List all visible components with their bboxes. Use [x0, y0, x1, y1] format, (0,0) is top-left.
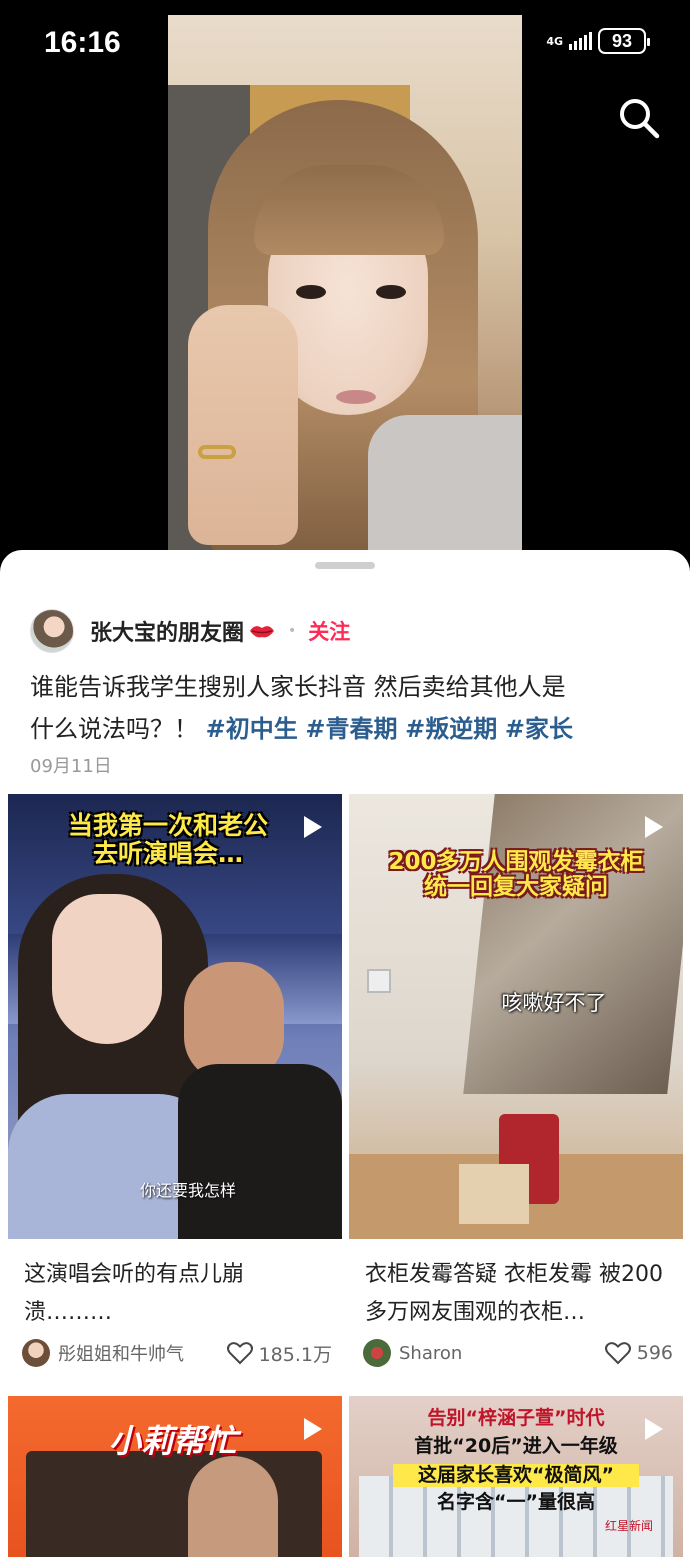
wall-switch — [367, 969, 391, 993]
play-icon — [304, 816, 322, 838]
follow-button[interactable]: 关注 — [308, 616, 350, 646]
comment-sheet: 张大宝的朋友圈 • 关注 谁能告诉我学生搜别人家长抖音 然后卖给其他人是 什么说… — [0, 550, 690, 1557]
video-card-meta: Sharon 596 — [363, 1338, 673, 1368]
network-type: 4G — [546, 34, 563, 48]
video-card-title[interactable]: 这演唱会听的有点儿崩溃……… — [24, 1256, 328, 1332]
thumb-woman-face — [52, 894, 162, 1044]
hashtag-link[interactable]: #叛逆期 — [405, 715, 497, 743]
card-author-avatar[interactable] — [363, 1339, 391, 1367]
battery-icon: 93 — [598, 28, 650, 54]
hashtag-link[interactable]: #家长 — [505, 715, 573, 743]
thumb-watermark: 红星新闻 — [604, 1519, 653, 1533]
post-caption-line2: 什么说法吗？！ #初中生 #青春期 #叛逆期 #家长 — [30, 708, 670, 750]
thumb-overlay-line: 告别“梓涵子萱”时代 — [427, 1407, 605, 1429]
thumb-subtitle: 你还要我怎样 — [139, 1181, 236, 1200]
video-person-ring — [198, 445, 236, 459]
search-icon[interactable] — [618, 97, 660, 139]
post-caption: 谁能告诉我学生搜别人家长抖音 然后卖给其他人是 什么说法吗？！ #初中生 #青春… — [30, 666, 670, 750]
video-player[interactable]: 16:16 4G 93 — [0, 0, 690, 580]
thumb-man-face — [188, 1456, 278, 1557]
thumb-overlay-line: 统一回复大家疑问 — [424, 874, 608, 901]
play-icon — [645, 1418, 663, 1440]
separator-dot: • — [288, 623, 297, 639]
video-person-eye-left — [296, 285, 326, 299]
like-count: 596 — [636, 1342, 673, 1364]
status-time: 16:16 — [44, 26, 121, 59]
thumb-overlay-title: 小莉帮忙 — [108, 1422, 237, 1460]
thumb-overlay-line: 首批“20后”进入一年级 — [414, 1435, 618, 1457]
heart-icon[interactable] — [226, 1341, 253, 1365]
carton-box — [459, 1164, 529, 1224]
like-count: 185.1万 — [258, 1343, 332, 1366]
heart-icon[interactable] — [604, 1341, 631, 1365]
thumb-subtitle: 咳嗽好不了 — [501, 991, 607, 1015]
author-name[interactable]: 张大宝的朋友圈 — [90, 615, 244, 647]
video-card[interactable]: 200多万人围观发霉衣柜 统一回复大家疑问 咳嗽好不了 衣柜发霉答疑 衣柜发霉 … — [349, 794, 683, 1367]
thumb-overlay-line: 200多万人围观发霉衣柜 — [388, 849, 644, 875]
hashtag-link[interactable]: #初中生 — [206, 715, 298, 743]
lips-emoji-icon — [250, 626, 275, 638]
author-row: 张大宝的朋友圈 • 关注 — [30, 608, 350, 654]
video-card-thumbnail[interactable]: 200多万人围观发霉衣柜 统一回复大家疑问 咳嗽好不了 — [349, 794, 683, 1239]
thumb-overlay-line: 去听演唱会… — [92, 838, 243, 868]
video-card-thumbnail[interactable]: 告别“梓涵子萱”时代 首批“20后”进入一年级 这届家长喜欢“极简风” 名字含“… — [349, 1396, 683, 1557]
signal-icon — [569, 32, 592, 50]
card-author-avatar[interactable] — [22, 1339, 50, 1367]
post-caption-line1: 谁能告诉我学生搜别人家长抖音 然后卖给其他人是 — [30, 673, 566, 701]
post-caption-plain: 什么说法吗？！ — [30, 715, 198, 743]
thumb-man-shirt — [178, 1064, 342, 1239]
status-bar-right: 4G 93 — [546, 28, 650, 54]
video-frame[interactable] — [168, 15, 522, 575]
post-date: 09月11日 — [30, 756, 112, 777]
video-card-thumbnail[interactable]: 小莉帮忙 — [8, 1396, 342, 1557]
play-icon — [645, 816, 663, 838]
video-card-title[interactable]: 衣柜发霉答疑 衣柜发霉 被200多万网友围观的衣柜… — [365, 1256, 669, 1332]
video-card-thumbnail[interactable]: 当我第一次和老公 去听演唱会… 你还要我怎样 — [8, 794, 342, 1239]
play-icon — [304, 1418, 322, 1440]
moldy-board — [463, 794, 683, 1094]
author-avatar[interactable] — [30, 609, 74, 653]
thumb-building — [359, 1476, 673, 1557]
thumb-overlay-line: 这届家长喜欢“极简风” — [393, 1464, 639, 1487]
hashtag-link[interactable]: #青春期 — [305, 715, 397, 743]
video-card[interactable]: 告别“梓涵子萱”时代 首批“20后”进入一年级 这届家长喜欢“极简风” 名字含“… — [349, 1396, 683, 1557]
card-author-name[interactable]: 彤姐姐和牛帅气 — [58, 1340, 227, 1366]
thumb-overlay-title: 200多万人围观发霉衣柜 统一回复大家疑问 — [355, 849, 677, 901]
video-card[interactable]: 当我第一次和老公 去听演唱会… 你还要我怎样 这演唱会听的有点儿崩溃……… 彤姐… — [8, 794, 342, 1367]
sheet-drag-handle[interactable] — [315, 562, 375, 569]
video-card-meta: 彤姐姐和牛帅气 185.1万 — [22, 1338, 332, 1368]
video-card[interactable]: 小莉帮忙 — [8, 1396, 342, 1557]
card-author-name[interactable]: Sharon — [399, 1343, 605, 1364]
video-person-hand — [188, 305, 298, 545]
thumb-overlay-line: 当我第一次和老公 — [67, 811, 268, 840]
thumb-overlay-title: 当我第一次和老公 去听演唱会… — [18, 812, 318, 867]
thumb-overlay-line: 名字含“一”量很高 — [437, 1491, 595, 1513]
video-person-eye-right — [376, 285, 406, 299]
battery-level: 93 — [611, 30, 633, 51]
video-person-lips — [336, 390, 376, 404]
